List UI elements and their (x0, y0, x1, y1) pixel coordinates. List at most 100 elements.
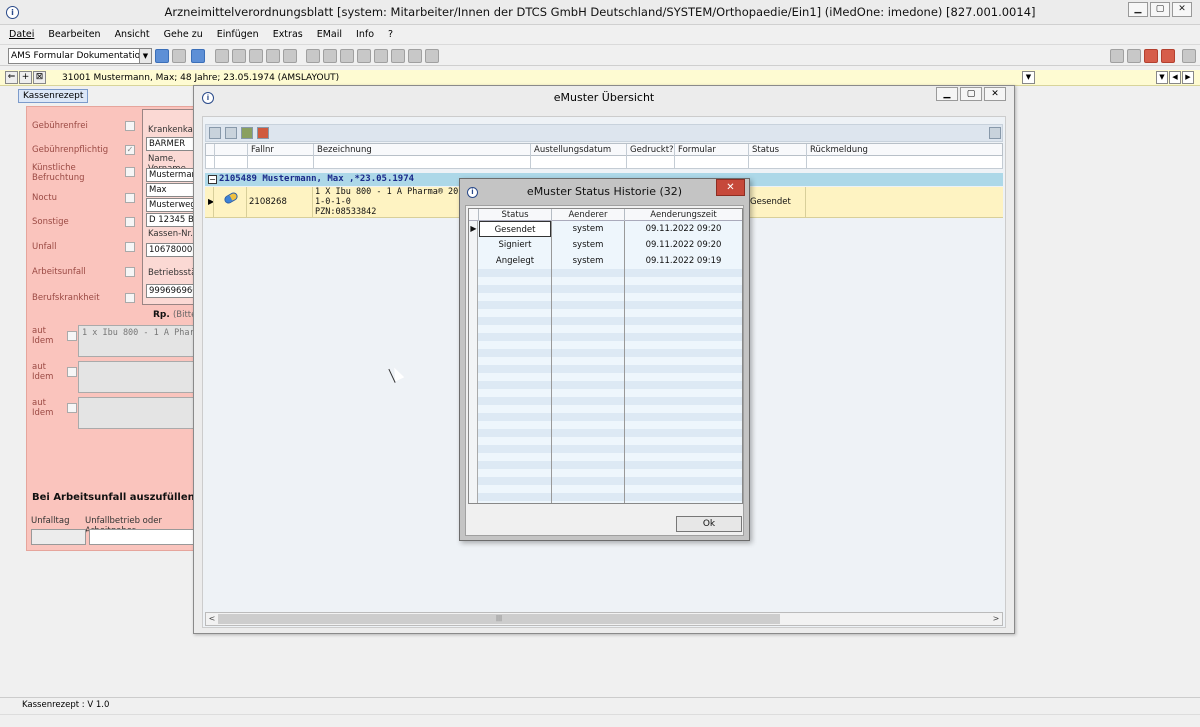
medication-field-3[interactable] (78, 397, 200, 429)
checkbox-unfall[interactable] (125, 242, 135, 252)
unfalltag-field[interactable] (31, 529, 86, 545)
dropdown-icon[interactable]: ▼ (1156, 71, 1168, 84)
overview-maximize-button[interactable]: ▢ (960, 87, 982, 101)
checkbox-gebuehrenfrei[interactable] (125, 121, 135, 131)
unfallbetrieb-field[interactable] (89, 529, 200, 545)
tab-kassenrezept[interactable]: Kassenrezept (18, 89, 89, 103)
history-row[interactable]: ▶ Gesendet system 09.11.2022 09:20 (469, 221, 742, 237)
delete-icon[interactable] (283, 49, 297, 63)
overview-grid-header: Fallnr Bezeichnung Austellungsdatum Gedr… (205, 143, 1003, 156)
checkbox-sonstige[interactable] (125, 217, 135, 227)
col-status[interactable]: Status (748, 144, 806, 156)
menu-help[interactable]: ? (388, 29, 393, 40)
menu-gehe-zu[interactable]: Gehe zu (164, 29, 203, 40)
print-icon[interactable] (232, 49, 246, 63)
history-row[interactable]: Angelegt system 09.11.2022 09:19 (469, 253, 742, 269)
menu-extras[interactable]: Extras (273, 29, 303, 40)
checkbox-befruchtung[interactable] (125, 167, 135, 177)
cell-bezeichnung-3: PZN:08533842 (315, 207, 377, 217)
arrow-left-icon[interactable]: ⇐ (5, 71, 18, 84)
print-red-icon[interactable] (257, 127, 269, 139)
chevron-down-icon[interactable]: ▼ (139, 49, 151, 63)
send-icon[interactable] (155, 49, 169, 63)
col-hist-zeit[interactable]: Aenderungszeit (624, 209, 742, 221)
menu-einfuegen[interactable]: Einfügen (217, 29, 259, 40)
col-hist-status[interactable]: Status (478, 209, 551, 221)
copy-icon[interactable] (249, 49, 263, 63)
medication-field-1[interactable]: 1 x Ibu 800 - 1 A Pharma® (78, 325, 200, 357)
checkbox-gebuehrenpflichtig[interactable]: ✓ (125, 145, 135, 155)
filter-icon[interactable] (209, 127, 221, 139)
history-cell-status: Signiert (498, 240, 532, 250)
overview-filter-row[interactable] (205, 156, 1003, 169)
close-button[interactable]: ✕ (1172, 2, 1192, 17)
info-icon[interactable] (408, 49, 422, 63)
checkbox-arbeitsunfall[interactable] (125, 267, 135, 277)
col-austellungsdatum[interactable]: Austellungsdatum (530, 144, 626, 156)
col-hist-aenderer[interactable]: Aenderer (551, 209, 624, 221)
printer-icon[interactable] (1127, 49, 1141, 63)
scroll-thumb[interactable]: ||| (218, 614, 780, 624)
add-icon[interactable] (225, 127, 237, 139)
back-icon[interactable] (191, 49, 205, 63)
checkbox-noctu[interactable] (125, 193, 135, 203)
maximize-button[interactable]: ▢ (1150, 2, 1170, 17)
scroll-left-icon[interactable]: < (206, 613, 218, 625)
checkbox-berufskrankheit[interactable] (125, 293, 135, 303)
aut-idem-checkbox-3[interactable] (67, 403, 77, 413)
overview-close-button[interactable]: ✕ (984, 87, 1006, 101)
search-icon[interactable] (172, 49, 186, 63)
menu-bearbeiten[interactable]: Bearbeiten (48, 29, 100, 40)
toolbar: AMS Formular Dokumentation ▼ (0, 44, 1200, 66)
expand-icon[interactable]: ⊠ (33, 71, 46, 84)
col-fallnr[interactable]: Fallnr (247, 144, 313, 156)
mail-icon[interactable] (306, 49, 320, 63)
next-icon[interactable]: ▶ (1182, 71, 1194, 84)
status-bar: Kassenrezept : V 1.0 (0, 697, 1200, 713)
edit-icon[interactable] (425, 49, 439, 63)
export-icon[interactable] (391, 49, 405, 63)
prev-icon[interactable]: ◀ (1169, 71, 1181, 84)
history-cell-status[interactable]: Gesendet (479, 221, 551, 237)
col-gedruckt[interactable]: Gedruckt? (626, 144, 674, 156)
history-close-button[interactable]: ✕ (716, 179, 745, 196)
menu-info[interactable]: Info (356, 29, 374, 40)
aut-idem-checkbox-1[interactable] (67, 331, 77, 341)
history-row[interactable]: Signiert system 09.11.2022 09:20 (469, 237, 742, 253)
cut-icon[interactable] (266, 49, 280, 63)
stamp-icon[interactable] (1110, 49, 1124, 63)
grid-settings-icon[interactable] (989, 127, 1001, 139)
exit-icon[interactable] (1182, 49, 1196, 63)
document-select-value: AMS Formular Dokumentation (11, 51, 146, 61)
menu-email[interactable]: EMail (317, 29, 342, 40)
aut-idem-checkbox-2[interactable] (67, 367, 77, 377)
menu-ansicht[interactable]: Ansicht (115, 29, 150, 40)
patient-bar: ⇐ + ⊠ 31001 Mustermann, Max; 48 Jahre; 2… (0, 70, 1200, 86)
history-content: Status Aenderer Aenderungszeit ▶ Gesende… (465, 205, 744, 536)
save-icon[interactable] (215, 49, 229, 63)
unfalltag-label: Unfalltag (31, 516, 70, 526)
trash-icon[interactable] (241, 127, 253, 139)
document-icon[interactable] (357, 49, 371, 63)
chart-icon[interactable] (1161, 49, 1175, 63)
col-bezeichnung[interactable]: Bezeichnung (313, 144, 530, 156)
settings-icon[interactable] (323, 49, 337, 63)
scroll-right-icon[interactable]: > (990, 613, 1002, 625)
attach-icon[interactable] (340, 49, 354, 63)
rx-label-gebuehrenpflichtig: Gebührenpflichtig (32, 145, 109, 155)
calendar-icon[interactable] (1144, 49, 1158, 63)
overview-minimize-button[interactable]: ▁ (936, 87, 958, 101)
ok-button[interactable]: Ok (676, 516, 742, 532)
col-rueckmeldung[interactable]: Rückmeldung (806, 144, 1004, 156)
minimize-button[interactable]: ▁ (1128, 2, 1148, 17)
menu-datei[interactable]: Datei (9, 29, 34, 40)
collapse-icon[interactable]: − (208, 175, 217, 184)
plus-icon[interactable]: + (19, 71, 32, 84)
col-formular[interactable]: Formular (674, 144, 748, 156)
medication-field-2[interactable] (78, 361, 200, 393)
patient-dropdown-icon[interactable]: ▼ (1022, 71, 1035, 84)
horizontal-scrollbar[interactable]: < ||| > (205, 612, 1003, 626)
arbeitsunfall-heading: Bei Arbeitsunfall auszufüllen! (32, 492, 200, 503)
document-select[interactable]: AMS Formular Dokumentation ▼ (8, 48, 152, 64)
lock-icon[interactable] (374, 49, 388, 63)
